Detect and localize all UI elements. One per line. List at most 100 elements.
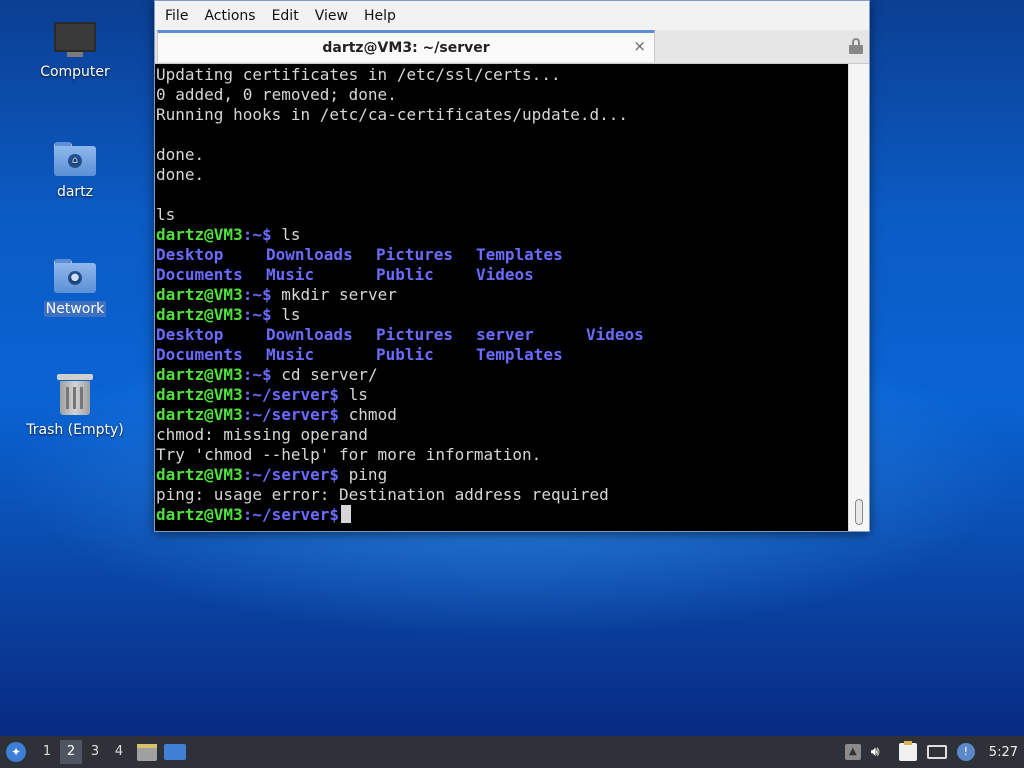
prompt-line: dartz@VM3:~$ ls xyxy=(156,225,849,245)
prompt-user: dartz@VM3 xyxy=(156,305,243,324)
taskbar: ✦ 1 2 3 4 ▲ 🔊︎ ! 5:27 xyxy=(0,736,1024,768)
prompt-line: dartz@VM3:~/server$ ping xyxy=(156,465,849,485)
dir-entry: Videos xyxy=(586,325,644,344)
dir-entry: Documents xyxy=(156,345,243,364)
prompt-line-active: dartz@VM3:~/server$ xyxy=(156,505,849,525)
workspace-2[interactable]: 2 xyxy=(60,740,82,764)
prompt-line: dartz@VM3:~$ ls xyxy=(156,305,849,325)
desktop-icon-label: Computer xyxy=(40,64,110,80)
desktop-icon-network[interactable]: ● Network xyxy=(20,257,130,317)
dir-entry: server xyxy=(476,325,534,344)
menu-edit[interactable]: Edit xyxy=(264,8,307,24)
menu-file[interactable]: File xyxy=(157,8,196,24)
ls-row: Desktop Downloads Pictures server Videos xyxy=(156,325,849,345)
prompt-user: dartz@VM3 xyxy=(156,505,243,524)
prompt-user: dartz@VM3 xyxy=(156,365,243,384)
prompt-line: dartz@VM3:~/server$ chmod xyxy=(156,405,849,425)
dir-entry: Templates xyxy=(476,245,563,264)
dir-entry: Templates xyxy=(476,345,563,364)
menu-help[interactable]: Help xyxy=(356,8,404,24)
dir-entry: Public xyxy=(376,345,434,364)
terminal-line: Running hooks in /etc/ca-certificates/up… xyxy=(156,105,629,124)
dir-entry: Downloads xyxy=(266,245,353,264)
terminal-line: done. xyxy=(156,165,205,184)
command-text: ls xyxy=(339,385,368,404)
terminal-output[interactable]: Updating certificates in /etc/ssl/certs.… xyxy=(155,64,849,531)
text-cursor xyxy=(341,505,352,523)
desktop-icon-label: dartz xyxy=(56,184,94,200)
prompt-user: dartz@VM3 xyxy=(156,385,243,404)
dir-entry: Documents xyxy=(156,265,243,284)
desktop-icon-computer[interactable]: Computer xyxy=(20,22,130,80)
prompt-path: :~$ xyxy=(242,285,272,304)
prompt-user: dartz@VM3 xyxy=(156,405,243,424)
dir-entry: Pictures xyxy=(376,245,454,264)
ls-row: Documents Music Public Videos xyxy=(156,265,849,285)
scrollbar-thumb[interactable] xyxy=(855,499,863,525)
prompt-user: dartz@VM3 xyxy=(156,225,243,244)
whisker-menu-icon[interactable]: ✦ xyxy=(6,742,26,762)
prompt-line: dartz@VM3:~$ cd server/ xyxy=(156,365,849,385)
prompt-line: dartz@VM3:~/server$ ls xyxy=(156,385,849,405)
desktop-icon-home[interactable]: ⌂ dartz xyxy=(20,140,130,200)
tab-terminal[interactable]: dartz@VM3: ~/server × xyxy=(157,30,655,62)
system-tray: ▲ 🔊︎ ! 5:27 xyxy=(844,741,1024,761)
prompt-path: :~/server$ xyxy=(242,505,340,524)
command-text: ls xyxy=(271,305,301,324)
prompt-user: dartz@VM3 xyxy=(156,285,243,304)
ls-row: Desktop Downloads Pictures Templates xyxy=(156,245,849,265)
terminal-line-empty xyxy=(156,125,849,145)
menu-bar: File Actions Edit View Help xyxy=(155,1,869,30)
prompt-path: :~$ xyxy=(242,365,272,384)
upload-icon[interactable]: ▲ xyxy=(844,744,861,760)
network-icon[interactable] xyxy=(926,745,947,759)
clipboard-icon[interactable] xyxy=(898,741,917,761)
tab-title: dartz@VM3: ~/server xyxy=(322,39,490,56)
prompt-path: :~/server$ xyxy=(242,385,340,404)
terminal-line: ping: usage error: Destination address r… xyxy=(156,485,609,504)
terminal-line: done. xyxy=(156,145,205,164)
file-manager-icon[interactable] xyxy=(136,742,158,762)
desktop-icon-label: Network xyxy=(43,301,107,317)
command-text: ls xyxy=(271,225,301,244)
speaker-icon[interactable]: 🔊︎ xyxy=(871,743,889,761)
close-tab-icon[interactable]: × xyxy=(633,37,646,55)
vertical-scrollbar[interactable] xyxy=(848,64,869,531)
tab-bar: dartz@VM3: ~/server × xyxy=(155,30,869,64)
command-text: ping xyxy=(339,465,388,484)
terminal-window: File Actions Edit View Help dartz@VM3: ~… xyxy=(154,0,870,532)
lock-icon[interactable] xyxy=(849,38,863,54)
network-folder-icon: ● xyxy=(54,257,96,295)
trash-icon xyxy=(57,374,93,416)
prompt-path: :~$ xyxy=(242,305,272,324)
terminal-app-icon[interactable] xyxy=(164,742,186,762)
clock[interactable]: 5:27 xyxy=(989,745,1018,760)
menu-view[interactable]: View xyxy=(307,8,356,24)
computer-icon xyxy=(54,22,96,58)
prompt-path: :~/server$ xyxy=(242,465,340,484)
workspace-4[interactable]: 4 xyxy=(108,740,130,764)
ls-row: Documents Music Public Templates xyxy=(156,345,849,365)
command-text: cd server/ xyxy=(271,365,378,384)
workspace-3[interactable]: 3 xyxy=(84,740,106,764)
menu-actions[interactable]: Actions xyxy=(196,8,263,24)
prompt-line: dartz@VM3:~$ mkdir server xyxy=(156,285,849,305)
prompt-path: :~/server$ xyxy=(242,405,340,424)
terminal-line-empty xyxy=(156,185,849,205)
prompt-user: dartz@VM3 xyxy=(156,465,243,484)
desktop-icon-trash[interactable]: Trash (Empty) xyxy=(20,374,130,438)
desktop-icon-label: Trash (Empty) xyxy=(26,422,124,438)
command-text: mkdir server xyxy=(271,285,397,304)
terminal-line: Try 'chmod --help' for more information. xyxy=(156,445,542,464)
terminal-line: chmod: missing operand xyxy=(156,425,368,444)
prompt-path: :~$ xyxy=(242,225,272,244)
home-folder-icon: ⌂ xyxy=(54,140,96,178)
notification-icon[interactable]: ! xyxy=(956,743,975,761)
dir-entry: Desktop xyxy=(156,245,224,264)
dir-entry: Music xyxy=(266,265,315,284)
workspace-1[interactable]: 1 xyxy=(36,740,58,764)
terminal-line: 0 added, 0 removed; done. xyxy=(156,85,397,104)
dir-entry: Pictures xyxy=(376,325,454,344)
dir-entry: Desktop xyxy=(156,325,224,344)
terminal-line: Updating certificates in /etc/ssl/certs.… xyxy=(156,65,561,84)
